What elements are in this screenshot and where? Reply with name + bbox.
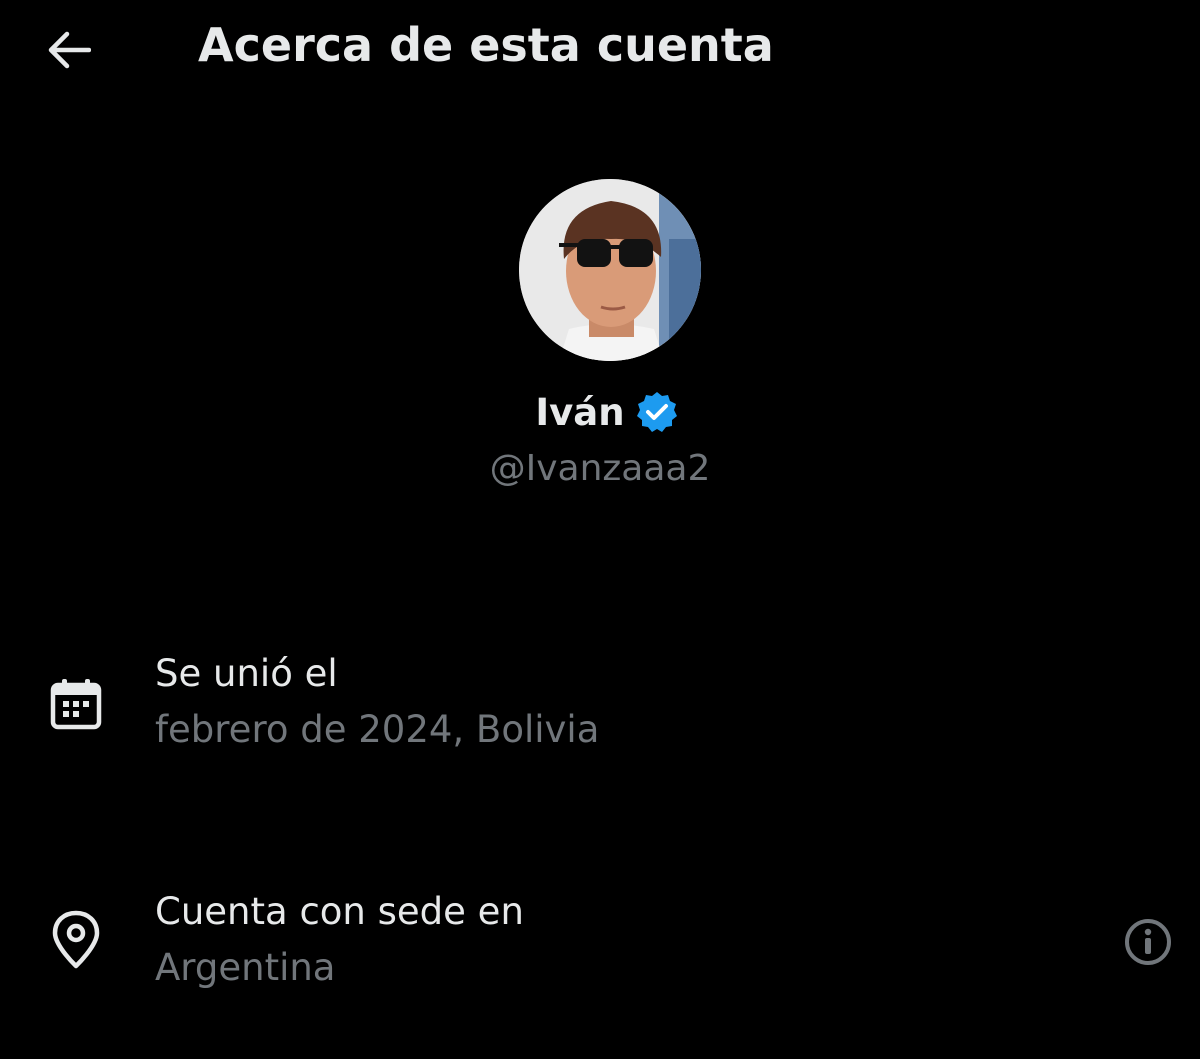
info-button[interactable] bbox=[1120, 914, 1176, 970]
location-pin-icon bbox=[46, 910, 106, 970]
display-name: Iván bbox=[535, 390, 625, 434]
avatar[interactable] bbox=[519, 179, 701, 361]
info-icon bbox=[1125, 919, 1171, 965]
back-button[interactable] bbox=[40, 22, 96, 78]
account-location-row: Cuenta con sede en Argentina bbox=[0, 880, 1200, 1010]
joined-date-row: Se unió el febrero de 2024, Bolivia bbox=[0, 640, 1200, 770]
app-header: Acerca de esta cuenta bbox=[0, 0, 1200, 100]
account-location-label: Cuenta con sede en bbox=[155, 890, 524, 933]
page-title: Acerca de esta cuenta bbox=[198, 18, 774, 72]
joined-label: Se unió el bbox=[155, 652, 338, 695]
verified-badge-icon[interactable] bbox=[635, 390, 679, 434]
joined-value: febrero de 2024, Bolivia bbox=[155, 708, 600, 751]
username-handle: @Ivanzaaa2 bbox=[489, 448, 711, 489]
profile-name-row: Iván bbox=[0, 386, 1200, 438]
account-location-value: Argentina bbox=[155, 946, 336, 989]
arrow-left-icon bbox=[48, 31, 91, 69]
calendar-icon bbox=[46, 674, 106, 734]
